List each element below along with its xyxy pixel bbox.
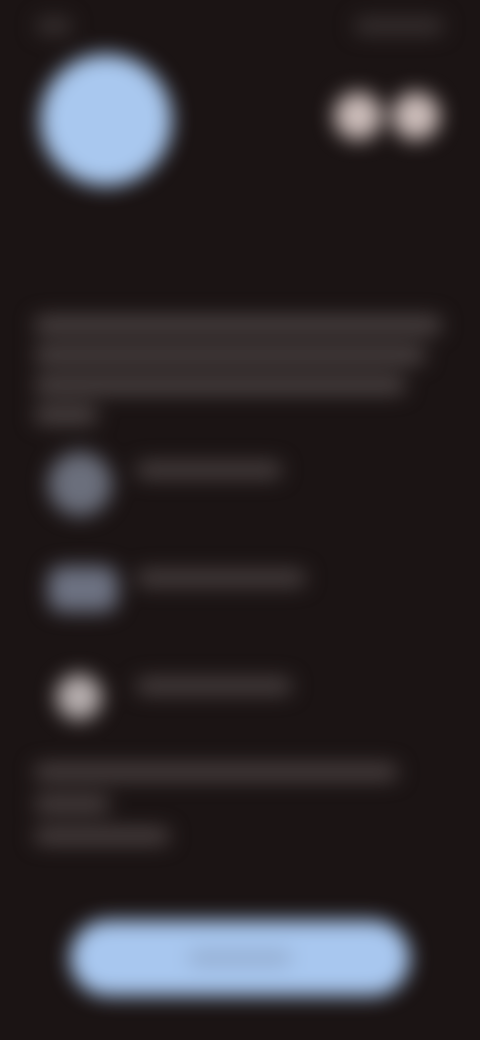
description-block <box>34 316 444 436</box>
list-item-label <box>136 678 292 694</box>
description-line <box>34 316 442 334</box>
list-item-label <box>136 570 306 586</box>
list-item[interactable] <box>40 656 430 748</box>
circle-icon <box>48 452 112 516</box>
note-line <box>34 764 398 780</box>
status-time <box>36 18 72 34</box>
status-icons <box>354 18 444 34</box>
note-line <box>34 828 170 844</box>
badge-icon <box>56 674 102 720</box>
card-icon <box>48 566 118 612</box>
list-item[interactable] <box>40 548 430 640</box>
avatar <box>40 54 172 186</box>
primary-button-label <box>188 950 292 966</box>
note-block <box>34 764 434 860</box>
top-actions <box>334 92 452 148</box>
primary-button[interactable] <box>70 920 410 996</box>
list-item[interactable] <box>40 440 430 532</box>
blurred-screen <box>0 0 480 1040</box>
description-line <box>34 376 406 394</box>
top-action-button-2[interactable] <box>392 92 440 140</box>
description-line <box>34 406 98 424</box>
top-action-button-1[interactable] <box>334 92 382 140</box>
status-bar <box>0 0 480 56</box>
list-item-label <box>136 462 282 478</box>
note-line <box>34 796 110 812</box>
description-line <box>34 346 426 364</box>
